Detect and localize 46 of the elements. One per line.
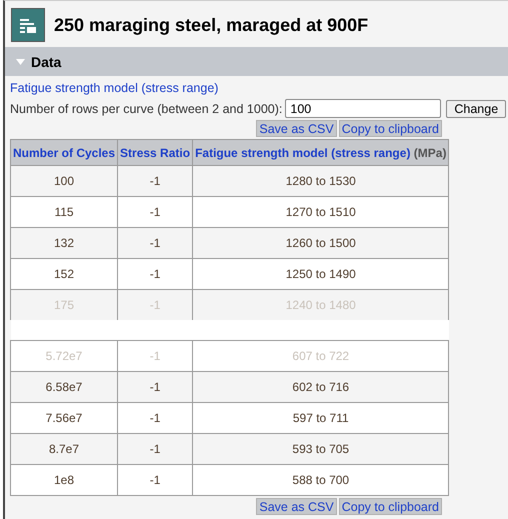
table-cell: 607 to 722	[192, 340, 449, 372]
table-cell: -1	[118, 372, 193, 402]
table-cell: 175	[10, 290, 118, 320]
rows-input[interactable]: 100	[285, 99, 442, 118]
action-button[interactable]: Save as CSV	[256, 498, 337, 515]
change-button[interactable]: Change	[446, 100, 506, 118]
table-cell: -1	[118, 290, 193, 320]
table-cell: -1	[118, 166, 193, 196]
table-cell: 1270 to 1510	[192, 196, 449, 228]
action-button[interactable]: Copy to clipboard	[338, 120, 442, 137]
table-cell: -1	[118, 402, 193, 434]
table-cell: 1280 to 1530	[192, 166, 449, 196]
table-cell: 115	[10, 196, 118, 228]
table-cell: 1e8	[10, 464, 118, 496]
table-cell: -1	[118, 434, 193, 464]
table-cell: 593 to 705	[192, 434, 449, 464]
table-cell: 588 to 700	[192, 464, 449, 496]
model-title: Fatigue strength model (stress range)	[10, 81, 220, 95]
table-cell: 6.58e7	[10, 372, 118, 402]
table-cell: -1	[118, 464, 193, 496]
table-cell: -1	[118, 258, 193, 290]
table-cell: 7.56e7	[10, 402, 118, 434]
table-cell: -1	[118, 340, 193, 372]
page-title: 250 maraging steel, maraged at 900F	[54, 14, 368, 36]
table-cell: 132	[10, 228, 118, 258]
table-cell: 602 to 716	[192, 372, 449, 402]
section-title: Data	[31, 54, 62, 70]
action-button[interactable]: Copy to clipboard	[338, 498, 442, 515]
table-cell: 1240 to 1480	[192, 290, 449, 320]
section-header[interactable]: Data	[5, 47, 508, 76]
action-button[interactable]: Save as CSV	[256, 120, 337, 137]
table-cell: 597 to 711	[192, 402, 449, 434]
column-header: Fatigue strength model (stress range) (MPa)	[192, 140, 449, 166]
column-header: Number of Cycles	[10, 140, 118, 166]
table-cell: -1	[118, 228, 193, 258]
table-cell: 1260 to 1500	[192, 228, 449, 258]
table-cell: 5.72e7	[10, 340, 118, 372]
table-cell: 8.7e7	[10, 434, 118, 464]
table-cell: -1	[118, 196, 193, 228]
triangle-icon	[16, 58, 25, 64]
list-icon	[11, 8, 45, 42]
table-cell: 100	[10, 166, 118, 196]
table-cell: 1250 to 1490	[192, 258, 449, 290]
table-cell: 152	[10, 258, 118, 290]
column-header: Stress Ratio	[118, 140, 193, 166]
rows-label: Number of rows per curve (between 2 and 1000):	[10, 102, 282, 116]
